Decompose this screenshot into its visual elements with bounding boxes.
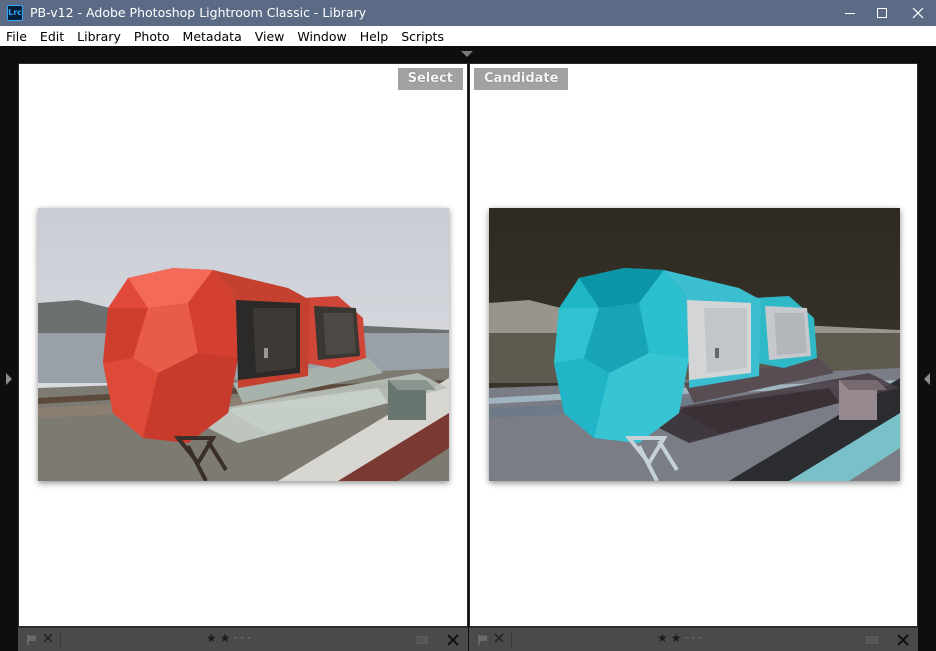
divider xyxy=(60,632,61,648)
close-icon[interactable] xyxy=(446,633,460,647)
menu-view[interactable]: View xyxy=(255,26,285,44)
menu-scripts[interactable]: Scripts xyxy=(401,26,444,44)
candidate-info-bar: ★★··· xyxy=(469,627,918,651)
select-photo[interactable] xyxy=(38,208,449,481)
flag-icon[interactable] xyxy=(477,634,489,646)
candidate-photo[interactable] xyxy=(489,208,900,481)
star-icon[interactable]: ★ xyxy=(671,631,685,645)
minimize-button[interactable] xyxy=(832,0,868,26)
candidate-label: Candidate xyxy=(474,68,569,90)
color-label-swatch[interactable] xyxy=(866,636,878,644)
menu-photo[interactable]: Photo xyxy=(134,26,170,44)
menu-metadata[interactable]: Metadata xyxy=(183,26,242,44)
pod-building-photo xyxy=(38,208,449,481)
close-icon xyxy=(912,7,924,19)
star-icon[interactable]: ★ xyxy=(206,631,220,645)
select-pane[interactable]: Select xyxy=(18,63,468,627)
lightroom-app-icon: Lrc xyxy=(7,5,23,21)
menu-bar: File Edit Library Photo Metadata View Wi… xyxy=(0,26,936,46)
menu-help[interactable]: Help xyxy=(360,26,389,44)
menu-edit[interactable]: Edit xyxy=(40,26,64,44)
select-info-bar: ★★··· xyxy=(18,627,468,651)
reject-flag-icon[interactable] xyxy=(43,633,53,643)
right-panel-toggle[interactable] xyxy=(924,373,930,385)
candidate-pane[interactable]: Candidate xyxy=(469,63,918,627)
star-rating[interactable]: ★★··· xyxy=(206,631,254,645)
divider xyxy=(511,632,512,648)
menu-library[interactable]: Library xyxy=(77,26,121,44)
reject-flag-icon[interactable] xyxy=(494,633,504,643)
maximize-icon xyxy=(877,8,887,18)
star-icon[interactable]: ★ xyxy=(220,631,234,645)
maximize-button[interactable] xyxy=(864,0,900,26)
left-panel-toggle[interactable] xyxy=(6,373,12,385)
close-icon[interactable] xyxy=(896,633,910,647)
menu-file[interactable]: File xyxy=(6,26,27,44)
empty-star-dot[interactable]: · xyxy=(698,631,705,645)
flag-icon[interactable] xyxy=(26,634,38,646)
top-panel-toggle[interactable] xyxy=(461,51,473,57)
window-title: PB-v12 - Adobe Photoshop Lightroom Class… xyxy=(30,5,367,20)
color-label-swatch[interactable] xyxy=(416,636,428,644)
close-window-button[interactable] xyxy=(900,0,936,26)
title-bar: Lrc PB-v12 - Adobe Photoshop Lightroom C… xyxy=(0,0,936,26)
pod-building-photo-inverted xyxy=(489,208,900,481)
select-label: Select xyxy=(397,68,463,90)
menu-window[interactable]: Window xyxy=(297,26,346,44)
star-icon[interactable]: ★ xyxy=(657,631,671,645)
empty-star-dot[interactable]: · xyxy=(247,631,254,645)
minimize-icon xyxy=(845,13,855,14)
star-rating[interactable]: ★★··· xyxy=(657,631,705,645)
